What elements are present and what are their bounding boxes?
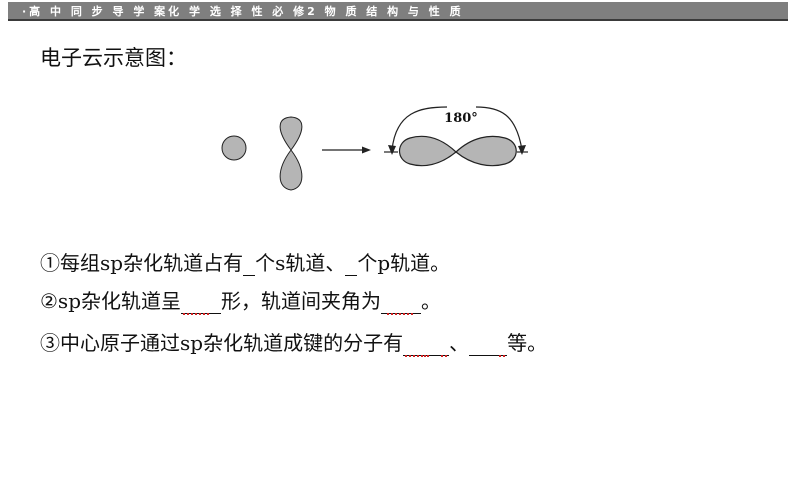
answer-mark (421, 355, 430, 357)
reaction-arrow-head (362, 146, 371, 154)
s-orbital (221, 135, 247, 161)
question-line-1: ①每组sp杂化轨道占有 个s轨道、 个p轨道。 (40, 250, 450, 276)
q3-text-b: 、 (449, 331, 470, 355)
answer-mark (387, 313, 413, 315)
q2-blank-2[interactable] (381, 293, 421, 315)
q2-text-a: ②sp杂化轨道呈 (40, 289, 181, 313)
angle-arrow-right (518, 145, 526, 155)
sp-hybrid-orbital (398, 135, 517, 167)
answer-mark (441, 355, 448, 357)
q2-blank-1[interactable] (181, 293, 221, 315)
question-line-2: ②sp杂化轨道呈 形，轨道间夹角为 。 (40, 288, 441, 315)
q1-text-b: 个s轨道、 (255, 251, 346, 275)
q1-blank-1[interactable] (243, 255, 256, 276)
q1-text-c: 个p轨道。 (357, 251, 451, 275)
answer-mark (499, 355, 506, 357)
angle-arrow-left (388, 145, 396, 155)
q1-text-a: ①每组sp杂化轨道占有 (40, 251, 244, 275)
q3-blank-1[interactable] (403, 335, 450, 357)
q2-text-c: 。 (421, 289, 441, 313)
answer-mark (405, 355, 420, 357)
answer-mark (183, 313, 209, 315)
q3-blank-2[interactable] (469, 335, 508, 357)
q3-text-a: ③中心原子通过sp杂化轨道成键的分子有 (40, 331, 404, 355)
question-line-3: ③中心原子通过sp杂化轨道成键的分子有 、 等。 (40, 330, 548, 357)
q1-blank-2[interactable] (345, 255, 358, 276)
electron-cloud-diagram: 180° (221, 106, 528, 191)
angle-label: 180° (444, 111, 478, 126)
q2-text-b: 形，轨道间夹角为 (221, 289, 381, 313)
p-orbital (279, 116, 303, 191)
q3-text-c: 等。 (507, 331, 548, 355)
